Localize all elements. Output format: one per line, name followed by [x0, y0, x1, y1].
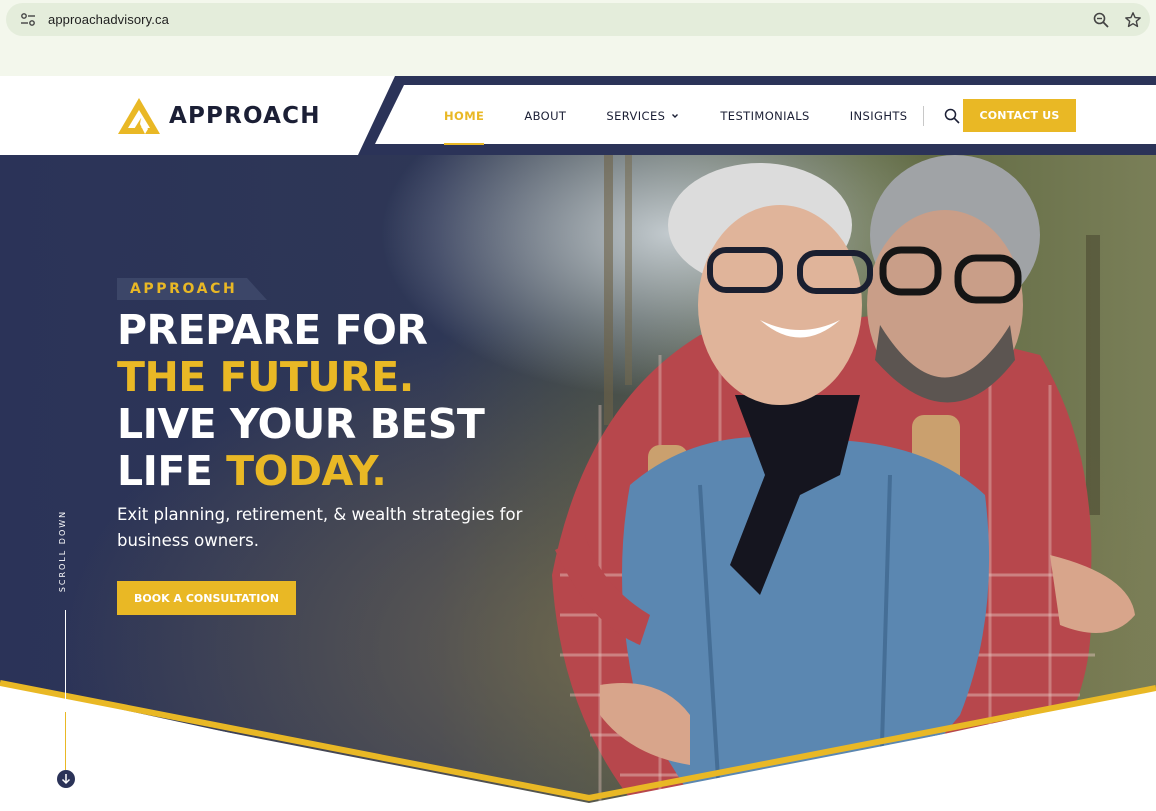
headline-line-4-gold: TODAY.	[226, 447, 387, 495]
logo-text: APPROACH	[169, 103, 321, 129]
site-info-icon[interactable]	[19, 11, 37, 29]
main-nav: HOME ABOUT SERVICES TESTIMONIALS INSIGHT…	[424, 99, 960, 145]
nav-insights[interactable]: INSIGHTS	[850, 99, 908, 133]
nav-services-label: SERVICES	[606, 109, 666, 123]
hero-eyebrow: APPROACH	[117, 278, 267, 300]
headline-line-1: PREPARE FOR	[117, 306, 428, 354]
scroll-line	[65, 610, 66, 707]
scroll-down-label: SCROLL DOWN	[58, 509, 67, 593]
hero-headline: PREPARE FOR THE FUTURE. LIVE YOUR BEST L…	[117, 306, 485, 495]
browser-toolbar: approachadvisory.ca	[0, 0, 1156, 76]
logo-mark-icon	[118, 98, 160, 134]
nav-home[interactable]: HOME	[444, 99, 485, 145]
contact-us-button[interactable]: CONTACT US	[963, 99, 1076, 132]
headline-line-3: LIVE YOUR BEST	[117, 400, 485, 448]
search-icon[interactable]	[944, 108, 960, 124]
hero-subtext: Exit planning, retirement, & wealth stra…	[117, 505, 523, 550]
chevron-down-icon	[672, 114, 679, 118]
book-consultation-button[interactable]: BOOK A CONSULTATION	[117, 581, 296, 615]
headline-line-4-white: LIFE	[117, 447, 227, 495]
nav-services[interactable]: SERVICES	[606, 99, 679, 133]
url-text[interactable]: approachadvisory.ca	[48, 12, 169, 27]
nav-about[interactable]: ABOUT	[524, 99, 566, 133]
star-icon[interactable]	[1124, 11, 1142, 29]
nav-divider	[922, 106, 924, 126]
nav-testimonials[interactable]: TESTIMONIALS	[720, 99, 809, 133]
arrow-down-icon	[61, 774, 71, 785]
address-bar[interactable]: approachadvisory.ca	[6, 3, 1150, 36]
scroll-down-button[interactable]	[57, 770, 75, 788]
headline-line-2: THE FUTURE.	[117, 353, 414, 401]
eyebrow-text: APPROACH	[130, 281, 238, 297]
zoom-icon[interactable]	[1092, 11, 1110, 29]
hero-section: APPROACH PREPARE FOR THE FUTURE. LIVE YO…	[0, 155, 1156, 811]
scroll-line-accent	[65, 712, 66, 770]
site-header: APPROACH HOME ABOUT SERVICES TESTIMONIAL…	[0, 76, 1156, 155]
logo[interactable]: APPROACH	[117, 96, 321, 136]
headline-line-4: LIFE TODAY.	[117, 448, 484, 495]
